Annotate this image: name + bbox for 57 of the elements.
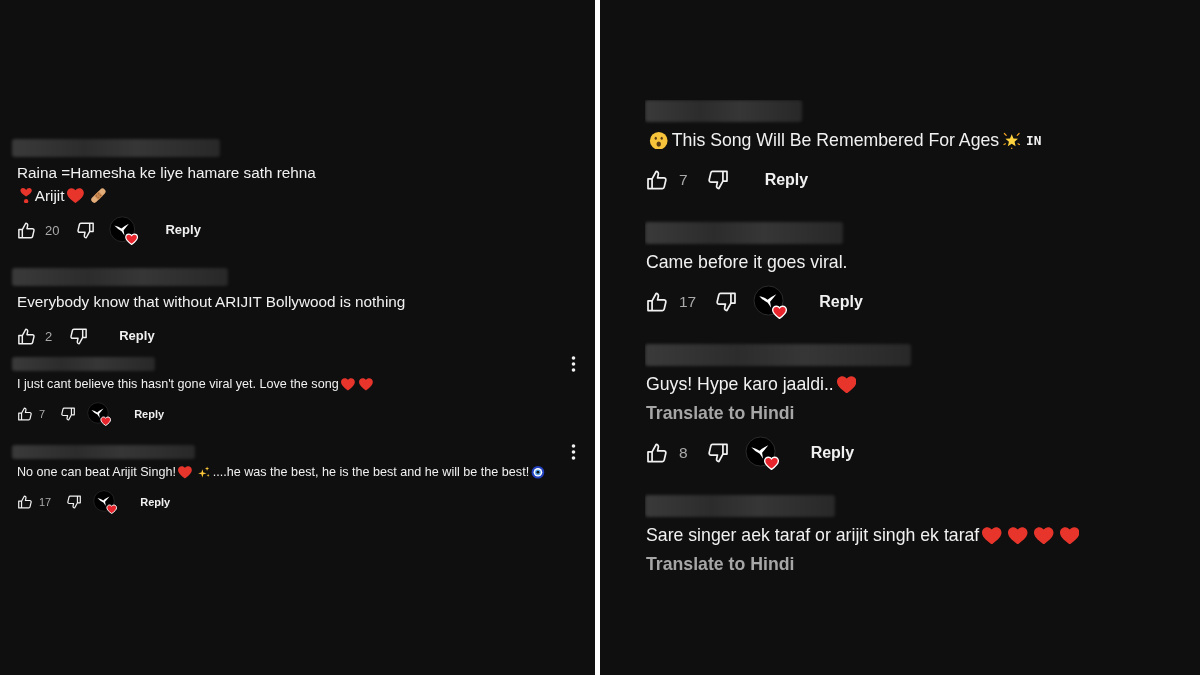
comment-text: Came before it goes viral. [646,251,848,274]
thumbs-up-icon[interactable] [18,407,32,421]
thumbs-down-icon[interactable] [61,407,76,421]
thumbs-up-icon[interactable] [647,292,667,312]
reply-button[interactable]: Reply [134,406,165,422]
like-count: 7 [39,408,46,420]
like-count: 8 [679,444,688,462]
comment-text: I just cant believe this hasn't gone viral yet. Love the song [17,376,339,393]
more-options-icon[interactable] [571,356,576,372]
heart-icon [982,526,1002,545]
heart-icon [67,187,85,204]
like-count: 17 [39,496,52,508]
reply-button[interactable]: Reply [165,221,201,239]
thumbs-down-icon[interactable] [707,443,728,463]
eye-amulet-icon [531,466,546,479]
comment-text: Sare singer aek taraf or arijit singh ek taraf [646,524,980,547]
thumbs-down-icon[interactable] [70,327,88,345]
comment-text: ....he was the best, he is the best and he will be the best! [212,464,530,481]
like-count: 2 [45,328,53,344]
heart-icon [359,378,374,391]
thumbs-down-icon[interactable] [716,292,737,312]
reply-button[interactable]: Reply [119,327,155,345]
thumbs-down-icon[interactable] [707,170,728,190]
thumbs-up-icon[interactable] [18,327,35,345]
country-code-text: IN [1026,132,1042,150]
heart-icon [178,466,193,479]
comment-text: Raina =Hamesha ke liye hamare sath rehna [17,163,316,183]
heart-icon [340,378,355,391]
thumbs-down-icon[interactable] [77,221,95,239]
heart-exclamation-icon [19,187,32,204]
comment-text: This Song Will Be Remembered For Ages [671,129,1000,152]
surprised-face-icon [649,131,669,150]
comment-text: Everybody know that without ARIJIT Bollywood is nothing [17,292,406,312]
heart-icon [836,375,857,394]
translate-link[interactable]: Translate to Hindi [646,550,795,575]
translate-link[interactable]: Translate to Hindi [646,399,795,428]
thumbs-up-icon[interactable] [647,170,667,190]
thumbs-up-icon[interactable] [18,221,35,239]
reply-button[interactable]: Reply [764,169,809,191]
glowing-star-icon [1002,131,1022,150]
like-count: 17 [679,293,697,311]
heart-icon [1008,526,1028,545]
like-count: 20 [45,222,60,238]
sparkles-icon [196,466,211,479]
reply-button[interactable]: Reply [140,494,171,510]
comment-text: No one can beat Arijit Singh! [17,464,176,481]
comment-text: Guys! Hype karo jaaldi.. [646,373,834,396]
thumbs-up-icon[interactable] [18,495,32,509]
comment-text: Arijit [34,186,65,206]
more-options-icon[interactable] [571,444,576,460]
thumbs-down-icon[interactable] [67,495,82,509]
reply-button[interactable]: Reply [810,442,855,464]
reply-button[interactable]: Reply [819,291,863,313]
like-count: 7 [679,171,688,189]
thumbs-up-icon[interactable] [647,443,667,463]
heart-icon [1034,526,1054,545]
heart-icon [1059,526,1080,545]
